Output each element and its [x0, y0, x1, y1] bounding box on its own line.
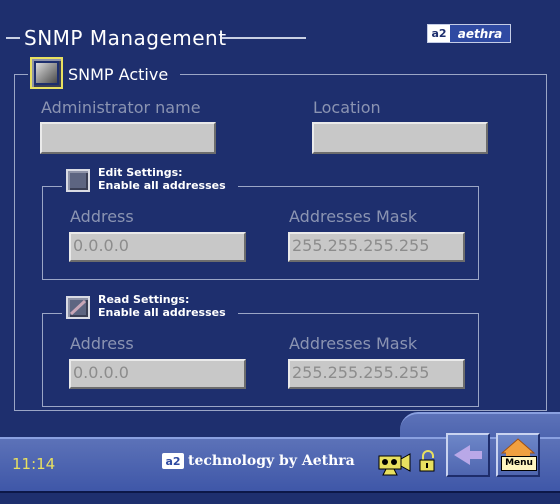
edit-settings-subtitle: Enable all addresses [98, 179, 226, 192]
aethra-logo-mark: a2 [428, 25, 450, 42]
read-address-label: Address [70, 334, 134, 353]
edit-mask-label: Addresses Mask [289, 207, 418, 226]
aethra-logo: a2 aethra [427, 24, 511, 43]
read-mask-label: Addresses Mask [289, 334, 418, 353]
brand-mark: a2 [162, 453, 184, 469]
edit-settings-checkbox[interactable] [66, 169, 90, 192]
read-settings-subtitle: Enable all addresses [98, 306, 226, 319]
back-arrow-icon [454, 445, 482, 465]
snmp-active-label: SNMP Active [68, 65, 169, 84]
edit-address-label: Address [70, 207, 134, 226]
read-settings-checkbox[interactable] [66, 296, 90, 319]
snmp-active-checkbox[interactable] [30, 57, 63, 89]
menu-button[interactable]: Menu [496, 433, 540, 477]
read-settings-title: Read Settings: [98, 293, 190, 306]
location-input[interactable] [312, 122, 488, 154]
read-address-input[interactable]: 0.0.0.0 [69, 359, 246, 389]
brand-footer: a2 technology by Aethra [162, 453, 355, 469]
administrator-name-label: Administrator name [41, 98, 201, 117]
aethra-logo-text: aethra [457, 26, 503, 41]
edit-mask-input[interactable]: 255.255.255.255 [288, 232, 465, 262]
page-title: SNMP Management [24, 26, 227, 50]
header-line-left [6, 37, 20, 39]
checkmark-icon [69, 299, 87, 316]
header-line-right [222, 37, 306, 39]
location-label: Location [313, 98, 381, 117]
administrator-name-input[interactable] [40, 122, 216, 154]
edit-address-input[interactable]: 0.0.0.0 [69, 232, 246, 262]
brand-text: technology by Aethra [188, 453, 355, 469]
read-mask-input[interactable]: 255.255.255.255 [288, 359, 465, 389]
camera-icon [378, 453, 411, 476]
edit-settings-title: Edit Settings: [98, 166, 183, 179]
back-button[interactable] [446, 433, 490, 477]
menu-label: Menu [501, 456, 537, 471]
lock-icon [419, 450, 435, 472]
clock: 11:14 [12, 455, 56, 473]
